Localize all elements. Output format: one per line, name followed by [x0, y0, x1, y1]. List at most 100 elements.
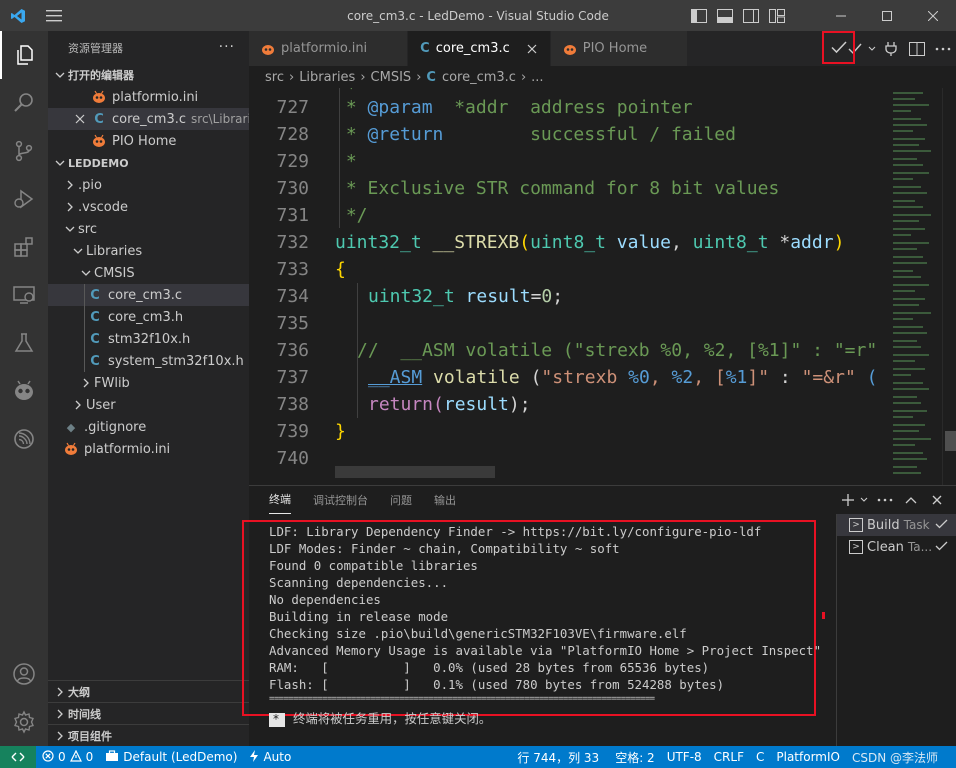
toggle-panel-icon[interactable] — [714, 5, 736, 27]
testing-flask-icon[interactable] — [0, 319, 48, 367]
more-actions-icon[interactable]: ··· — [219, 39, 235, 55]
build-dropdown-chevron-icon[interactable] — [866, 31, 878, 66]
tree-folder-libraries[interactable]: Libraries — [48, 240, 249, 262]
tab-pio-home[interactable]: PIO Home × — [550, 31, 689, 66]
open-editor-item-active[interactable]: C core_cm3.c src\Librarie... — [48, 108, 249, 130]
folder-briefcase-icon — [105, 749, 119, 765]
toggle-primary-sidebar-icon[interactable] — [688, 5, 710, 27]
breadcrumb-item[interactable]: ... — [531, 70, 543, 85]
toggle-secondary-sidebar-icon[interactable] — [740, 5, 762, 27]
code-editor[interactable]: * 727 * @param *addr address pointer 728… — [249, 88, 956, 485]
source-control-icon[interactable] — [0, 127, 48, 175]
maximize-panel-chevron-up-icon[interactable] — [898, 486, 924, 514]
tree-file-platformio-ini[interactable]: platformio.ini — [48, 438, 249, 460]
espressif-icon[interactable] — [0, 415, 48, 463]
terminal-line: LDF Modes: Finder ~ chain, Compatibility… — [269, 541, 620, 556]
code-variable: result — [443, 394, 509, 415]
plug-serial-monitor-icon[interactable] — [878, 31, 904, 66]
search-icon[interactable] — [0, 79, 48, 127]
code-punct: ); — [508, 394, 531, 415]
project-components-section[interactable]: 项目组件 — [48, 724, 249, 746]
open-editor-item[interactable]: PIO Home — [48, 130, 249, 152]
remote-indicator-icon[interactable] — [0, 746, 36, 768]
end-of-line[interactable]: CRLF — [708, 746, 750, 768]
menu-hamburger-icon[interactable] — [36, 0, 72, 31]
split-editor-icon[interactable] — [904, 31, 930, 66]
tree-folder-pio[interactable]: .pio — [48, 174, 249, 196]
scrollbar-thumb[interactable] — [945, 431, 956, 451]
code-string: "=&r" — [801, 367, 856, 388]
tree-folder-fwlib[interactable]: FWlib — [48, 372, 249, 394]
code-format: %0 — [628, 367, 650, 388]
run-debug-icon[interactable] — [0, 175, 48, 223]
explorer-icon[interactable] — [0, 31, 48, 79]
breadcrumb-item[interactable]: Libraries — [299, 70, 355, 85]
close-panel-icon[interactable] — [924, 486, 950, 514]
tab-problems[interactable]: 问题 — [390, 490, 412, 514]
account-icon[interactable] — [0, 650, 48, 698]
build-check-highlight[interactable] — [822, 31, 855, 64]
outline-section[interactable]: 大纲 — [48, 680, 249, 702]
code-punct: = — [530, 286, 542, 307]
task-name: Build — [867, 517, 900, 533]
panel-more-icon[interactable] — [872, 486, 898, 514]
remote-explorer-icon[interactable] — [0, 271, 48, 319]
tree-folder-src[interactable]: src — [48, 218, 249, 240]
task-build[interactable]: > Build Task — [837, 514, 956, 536]
tree-file-system-stm32f10x-h[interactable]: C system_stm32f10x.h — [48, 350, 249, 372]
indentation[interactable]: 空格: 2 — [609, 746, 661, 768]
problems-status[interactable]: 0 0 — [36, 746, 99, 768]
file-name: core_cm3.c — [112, 111, 187, 127]
warning-count: 0 — [85, 750, 94, 764]
code-comment: successful / failed — [443, 124, 736, 145]
minimize-icon[interactable] — [818, 0, 864, 31]
project-section[interactable]: LEDDEMO — [48, 152, 249, 174]
new-terminal-plus-icon[interactable] — [840, 486, 856, 514]
tree-file-core-cm3-h[interactable]: C core_cm3.h — [48, 306, 249, 328]
maximize-icon[interactable] — [864, 0, 910, 31]
open-editors-section[interactable]: 打开的编辑器 — [48, 64, 249, 86]
code-keyword: volatile — [433, 367, 520, 388]
tab-platformio-ini[interactable]: platformio.ini × — [249, 31, 409, 66]
line-number: 740 — [276, 448, 309, 469]
breadcrumb-item[interactable]: CMSIS — [371, 70, 412, 85]
encoding[interactable]: UTF-8 — [661, 746, 708, 768]
platformio-alien-icon[interactable] — [0, 367, 48, 415]
lightning-icon — [249, 749, 259, 765]
tab-debug-console[interactable]: 调试控制台 — [313, 490, 368, 514]
tree-file-core-cm3-c[interactable]: C core_cm3.c — [48, 284, 249, 306]
tree-folder-user[interactable]: User — [48, 394, 249, 416]
close-editor-icon[interactable] — [72, 114, 88, 124]
tab-output[interactable]: 输出 — [434, 490, 456, 514]
language-mode[interactable]: C — [750, 746, 770, 768]
manage-gear-icon[interactable] — [0, 698, 48, 746]
sidebar-header: 资源管理器 ··· — [48, 31, 249, 64]
tree-file-stm32f10x-h[interactable]: C stm32f10x.h — [48, 328, 249, 350]
tree-folder-cmsis[interactable]: CMSIS — [48, 262, 249, 284]
terminal-dropdown-chevron-icon[interactable] — [856, 486, 872, 514]
open-editor-item[interactable]: platformio.ini — [48, 86, 249, 108]
minimap[interactable] — [889, 88, 939, 485]
breadcrumb-item[interactable]: core_cm3.c — [442, 70, 516, 85]
close-window-icon[interactable] — [910, 0, 956, 31]
tree-file-gitignore[interactable]: ◆ .gitignore — [48, 416, 249, 438]
timeline-section[interactable]: 时间线 — [48, 702, 249, 724]
task-clean[interactable]: > Clean Ta... — [837, 536, 956, 558]
line-number: 730 — [276, 178, 309, 199]
platformio-status[interactable]: PlatformIO — [770, 746, 846, 768]
pio-env-status[interactable]: Default (LedDemo) — [99, 746, 243, 768]
terminal-output[interactable]: LDF: Library Dependency Finder -> https:… — [242, 516, 834, 747]
horizontal-scrollbar[interactable] — [335, 466, 495, 478]
code-type: uint32_t — [368, 286, 455, 307]
tab-close-icon[interactable] — [524, 44, 540, 54]
more-actions-icon[interactable] — [930, 31, 956, 66]
tab-core-cm3-c[interactable]: C core_cm3.c — [408, 31, 551, 66]
tab-terminal[interactable]: 终端 — [269, 490, 291, 514]
vertical-scrollbar[interactable] — [942, 88, 956, 485]
auto-status[interactable]: Auto — [243, 746, 297, 768]
cursor-position[interactable]: 行 744，列 33 — [511, 746, 609, 768]
customize-layout-icon[interactable] — [766, 5, 788, 27]
extensions-icon[interactable] — [0, 223, 48, 271]
tree-folder-vscode[interactable]: .vscode — [48, 196, 249, 218]
breadcrumb-item[interactable]: src — [265, 70, 284, 85]
